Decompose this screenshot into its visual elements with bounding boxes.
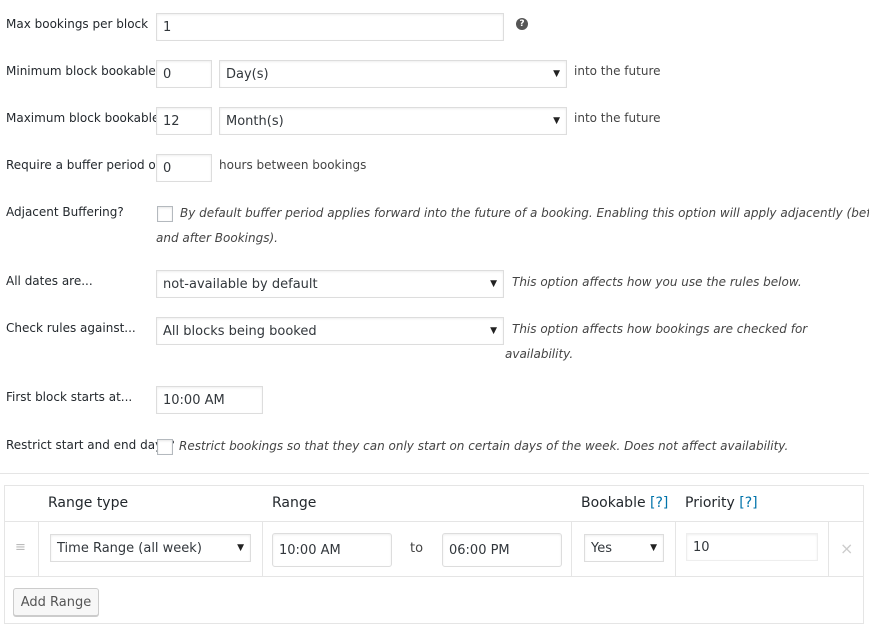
max-block-unit-value: Month(s) [226, 113, 284, 129]
first-block-label: First block starts at... [6, 390, 133, 404]
adjacent-buffering-desc-1: By default buffer period applies forward… [180, 206, 869, 220]
buffer-suffix: hours between bookings [219, 158, 367, 172]
header-priority-label: Priority [685, 495, 735, 511]
range-type-value: Time Range (all week) [57, 540, 202, 556]
help-icon[interactable]: ? [516, 18, 528, 30]
row-divider-top [5, 521, 863, 522]
min-block-suffix: into the future [574, 64, 661, 78]
check-rules-label: Check rules against... [6, 321, 136, 335]
column-divider [675, 521, 676, 576]
min-block-unit-select[interactable]: Day(s) ▼ [219, 60, 567, 88]
column-divider [262, 521, 263, 576]
header-range-type: Range type [48, 495, 129, 511]
bookable-select[interactable]: Yes ▼ [584, 534, 664, 562]
chevron-down-icon: ▼ [553, 116, 560, 126]
remove-icon[interactable]: × [840, 539, 853, 558]
all-dates-label: All dates are... [6, 274, 93, 288]
max-block-input[interactable]: 12 [156, 107, 212, 135]
range-type-select[interactable]: Time Range (all week) ▼ [50, 534, 251, 562]
section-divider [0, 473, 869, 474]
header-range: Range [272, 495, 317, 511]
column-divider [828, 521, 829, 576]
adjacent-buffering-checkbox[interactable] [157, 206, 173, 222]
all-dates-value: not-available by default [163, 276, 318, 292]
max-block-label: Maximum block bookable [6, 111, 160, 125]
column-divider [38, 521, 39, 576]
add-range-button[interactable]: Add Range [13, 588, 99, 616]
header-priority: Priority [?] [685, 495, 758, 511]
buffer-input[interactable]: 0 [156, 154, 212, 182]
range-to-label: to [410, 541, 424, 556]
chevron-down-icon: ▼ [490, 326, 497, 336]
range-to-input[interactable]: 06:00 PM [442, 533, 562, 567]
max-bookings-input[interactable]: 1 [156, 13, 504, 41]
check-rules-value: All blocks being booked [163, 323, 317, 339]
restrict-days-desc: Restrict bookings so that they can only … [179, 439, 789, 453]
all-dates-desc: This option affects how you use the rule… [512, 275, 802, 289]
min-block-label: Minimum block bookable [6, 64, 156, 78]
max-bookings-label: Max bookings per block [6, 17, 149, 31]
check-rules-desc-1: This option affects how bookings are che… [512, 322, 808, 336]
priority-help-link[interactable]: [?] [739, 495, 757, 511]
chevron-down-icon: ▼ [553, 69, 560, 79]
restrict-days-label: Restrict start and end days? [6, 438, 175, 452]
header-bookable-label: Bookable [581, 495, 646, 511]
row-divider-bottom [5, 576, 863, 577]
chevron-down-icon: ▼ [490, 279, 497, 289]
all-dates-select[interactable]: not-available by default ▼ [156, 270, 504, 298]
column-divider [571, 521, 572, 576]
first-block-time-input[interactable]: 10:00 AM [156, 386, 263, 414]
bookable-value: Yes [591, 540, 612, 556]
check-rules-select[interactable]: All blocks being booked ▼ [156, 317, 504, 345]
min-block-input[interactable]: 0 [156, 60, 212, 88]
max-block-suffix: into the future [574, 111, 661, 125]
restrict-days-checkbox[interactable] [157, 439, 173, 455]
drag-handle-icon[interactable]: ≡ [15, 540, 26, 555]
priority-input[interactable]: 10 [686, 533, 818, 561]
min-block-unit-value: Day(s) [226, 66, 269, 82]
chevron-down-icon: ▼ [237, 543, 244, 553]
bookable-help-link[interactable]: [?] [650, 495, 668, 511]
adjacent-buffering-label: Adjacent Buffering? [6, 205, 124, 219]
header-bookable: Bookable [?] [581, 495, 668, 511]
chevron-down-icon: ▼ [650, 543, 657, 553]
adjacent-buffering-desc-2: and after Bookings). [156, 231, 278, 245]
check-rules-desc-2: availability. [505, 347, 574, 361]
max-block-unit-select[interactable]: Month(s) ▼ [219, 107, 567, 135]
range-from-input[interactable]: 10:00 AM [272, 533, 392, 567]
buffer-label: Require a buffer period of [6, 158, 161, 172]
